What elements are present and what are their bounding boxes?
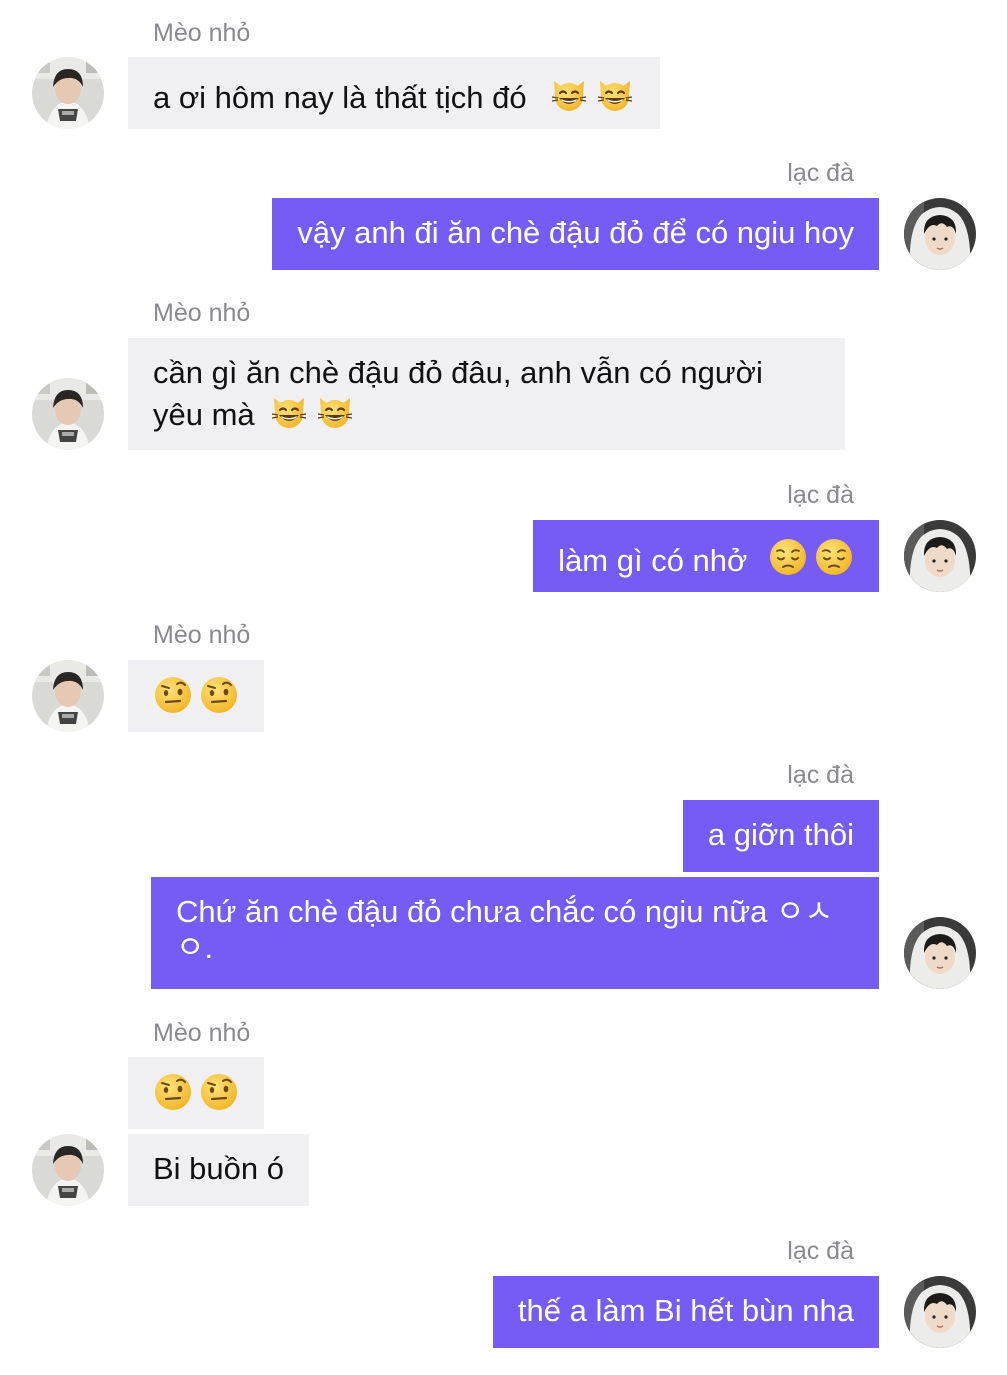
- avatar[interactable]: [32, 57, 104, 129]
- sender-name: Mèo nhỏ: [153, 19, 251, 47]
- grinning-cat-icon: [549, 74, 589, 114]
- pensive-face-icon: [814, 537, 854, 577]
- grinning-cat-icon: [595, 74, 635, 114]
- avatar[interactable]: [904, 520, 976, 592]
- message-bubble-incoming[interactable]: [128, 660, 264, 732]
- message-bubble-incoming[interactable]: cần gì ăn chè đậu đỏ đâu, anh vẫn có ngư…: [128, 338, 845, 450]
- message-text: Chứ ăn chè đậu đỏ chưa chắc có ngiu nữa …: [176, 894, 834, 965]
- message-text: cần gì ăn chè đậu đỏ đâu, anh vẫn có ngư…: [153, 355, 763, 432]
- avatar[interactable]: [904, 198, 976, 270]
- sender-name: lạc đà: [787, 1237, 854, 1265]
- message-bubble-outgoing[interactable]: làm gì có nhở: [533, 520, 879, 592]
- message-text: thế a làm Bi hết bùn nha: [517, 1293, 854, 1328]
- message-text: vậy anh đi ăn chè đậu đỏ để có ngiu hoy: [297, 215, 854, 250]
- raised-eyebrow-face-icon: [199, 1072, 239, 1112]
- message-text: a giỡn thôi: [707, 817, 854, 852]
- avatar[interactable]: [32, 378, 104, 450]
- message-bubble-outgoing[interactable]: a giỡn thôi: [682, 800, 879, 872]
- sender-name: Mèo nhỏ: [153, 299, 251, 327]
- avatar[interactable]: [904, 1276, 976, 1348]
- pensive-face-icon: [768, 537, 808, 577]
- message-bubble-incoming[interactable]: [128, 1057, 264, 1129]
- message-text: Bi buồn ó: [153, 1151, 284, 1186]
- avatar[interactable]: [32, 660, 104, 732]
- grinning-cat-icon: [315, 391, 355, 431]
- grinning-cat-icon: [269, 391, 309, 431]
- sender-name: Mèo nhỏ: [153, 621, 251, 649]
- avatar[interactable]: [904, 917, 976, 989]
- raised-eyebrow-face-icon: [153, 675, 193, 715]
- message-bubble-incoming[interactable]: Bi buồn ó: [128, 1134, 309, 1206]
- message-text: làm gì có nhở: [558, 543, 748, 578]
- message-bubble-incoming[interactable]: a ơi hôm nay là thất tịch đó: [128, 57, 661, 129]
- message-text: a ơi hôm nay là thất tịch đó: [153, 80, 527, 115]
- message-bubble-outgoing[interactable]: Chứ ăn chè đậu đỏ chưa chắc có ngiu nữa …: [151, 877, 879, 989]
- avatar[interactable]: [32, 1134, 104, 1206]
- message-bubble-outgoing[interactable]: vậy anh đi ăn chè đậu đỏ để có ngiu hoy: [272, 198, 879, 270]
- sender-name: lạc đà: [787, 761, 854, 789]
- sender-name: Mèo nhỏ: [153, 1019, 251, 1047]
- raised-eyebrow-face-icon: [199, 675, 239, 715]
- sender-name: lạc đà: [787, 159, 854, 187]
- sender-name: lạc đà: [787, 481, 854, 509]
- message-bubble-outgoing[interactable]: thế a làm Bi hết bùn nha: [492, 1276, 879, 1348]
- raised-eyebrow-face-icon: [153, 1072, 193, 1112]
